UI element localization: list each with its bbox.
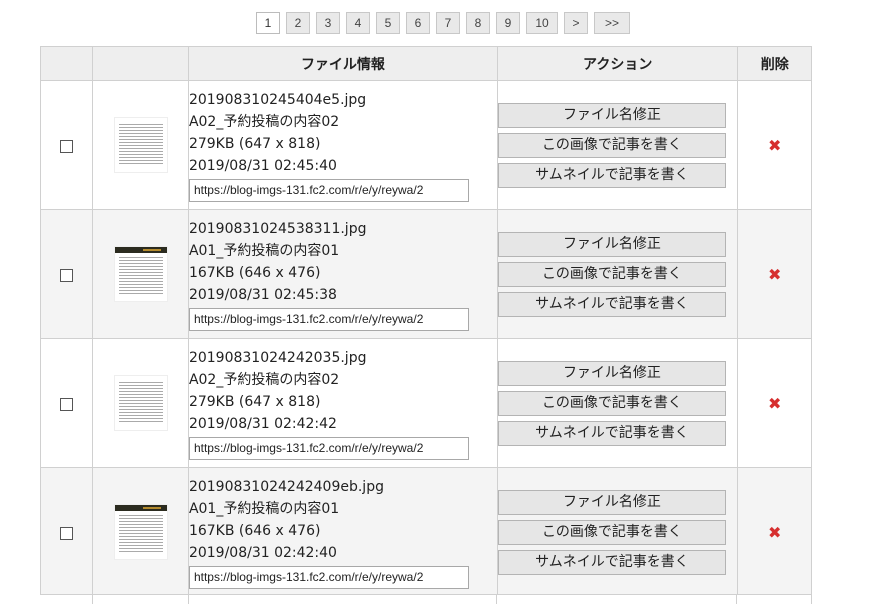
file-name: 20190831024242035.jpg bbox=[188, 349, 367, 366]
page-link-3[interactable]: 3 bbox=[316, 12, 340, 34]
image-url-field[interactable]: https://blog-imgs-131.fc2.com/r/e/y/reyw… bbox=[188, 436, 469, 460]
write-with-image-button[interactable]: この画像で記事を書く bbox=[497, 519, 726, 545]
file-size: 167KB (646 x 476) bbox=[188, 264, 321, 281]
write-with-thumbnail-button[interactable]: サムネイルで記事を書く bbox=[497, 162, 726, 188]
file-info: 20190831024538311.jpg A01_予約投稿の内容01 167K… bbox=[187, 209, 498, 339]
table-row: 201908310245404e5.jpg A02_予約投稿の内容02 279K… bbox=[39, 80, 812, 210]
file-title: A02_予約投稿の内容02 bbox=[188, 371, 340, 388]
row-select-checkbox[interactable] bbox=[60, 526, 74, 540]
file-info: 20190831024242035.jpg A02_予約投稿の内容02 279K… bbox=[187, 338, 498, 468]
delete-x-icon[interactable]: ✖ bbox=[768, 266, 781, 283]
file-info: 20190831024242409eb.jpg A01_予約投稿の内容01 16… bbox=[187, 467, 498, 597]
file-datetime: 2019/08/31 02:45:40 bbox=[188, 157, 337, 174]
file-size: 167KB (646 x 476) bbox=[188, 522, 321, 539]
write-with-image-button[interactable]: この画像で記事を書く bbox=[497, 261, 726, 287]
file-name: 20190831024242409eb.jpg bbox=[188, 478, 384, 495]
page-link-9[interactable]: 9 bbox=[496, 12, 520, 34]
file-name: 20190831024538311.jpg bbox=[188, 220, 367, 237]
row-select-checkbox[interactable] bbox=[60, 268, 74, 282]
row-select-checkbox[interactable] bbox=[60, 397, 74, 411]
rename-file-button[interactable]: ファイル名修正 bbox=[497, 360, 726, 386]
delete-x-icon[interactable]: ✖ bbox=[768, 137, 781, 154]
image-thumbnail[interactable] bbox=[113, 117, 168, 173]
file-info: 201908310245404e5.jpg A02_予約投稿の内容02 279K… bbox=[187, 80, 498, 210]
page-next-button[interactable]: > bbox=[564, 12, 588, 34]
rename-file-button[interactable]: ファイル名修正 bbox=[497, 489, 726, 515]
rename-file-button[interactable]: ファイル名修正 bbox=[497, 102, 726, 128]
image-thumbnail[interactable] bbox=[113, 375, 168, 431]
page-link-8[interactable]: 8 bbox=[466, 12, 490, 34]
header-action: アクション bbox=[496, 46, 739, 81]
header-thumbnail bbox=[92, 46, 189, 81]
write-with-thumbnail-button[interactable]: サムネイルで記事を書く bbox=[497, 291, 726, 317]
page-link-4[interactable]: 4 bbox=[346, 12, 370, 34]
table-header-row: ファイル情報 アクション 削除 bbox=[39, 46, 812, 81]
file-title: A01_予約投稿の内容01 bbox=[188, 500, 340, 517]
file-datetime: 2019/08/31 02:42:40 bbox=[188, 544, 337, 561]
delete-x-icon[interactable]: ✖ bbox=[768, 524, 781, 541]
write-with-thumbnail-button[interactable]: サムネイルで記事を書く bbox=[497, 420, 726, 446]
image-url-field[interactable]: https://blog-imgs-131.fc2.com/r/e/y/reyw… bbox=[188, 307, 469, 331]
page-link-5[interactable]: 5 bbox=[376, 12, 400, 34]
file-datetime: 2019/08/31 02:42:42 bbox=[188, 415, 337, 432]
table-row: 20190831024242409eb.jpg A01_予約投稿の内容01 16… bbox=[39, 467, 812, 597]
table-row: 20190831024538311.jpg A01_予約投稿の内容01 167K… bbox=[39, 209, 812, 339]
rename-file-button[interactable]: ファイル名修正 bbox=[497, 231, 726, 257]
page-last-button[interactable]: >> bbox=[594, 12, 630, 34]
delete-x-icon[interactable]: ✖ bbox=[768, 395, 781, 412]
page-link-10[interactable]: 10 bbox=[526, 12, 558, 34]
pagination: 1 2 3 4 5 6 7 8 9 10 > >> bbox=[0, 12, 880, 34]
page-link-2[interactable]: 2 bbox=[286, 12, 310, 34]
header-select bbox=[39, 46, 94, 81]
file-name: 201908310245404e5.jpg bbox=[188, 91, 367, 108]
header-delete: 削除 bbox=[737, 46, 812, 81]
image-url-field[interactable]: https://blog-imgs-131.fc2.com/r/e/y/reyw… bbox=[188, 178, 469, 202]
header-file-info: ファイル情報 bbox=[187, 46, 498, 81]
table-row: 20190831024242035.jpg A02_予約投稿の内容02 279K… bbox=[39, 338, 812, 468]
file-size: 279KB (647 x 818) bbox=[188, 393, 321, 410]
page-link-1[interactable]: 1 bbox=[256, 12, 280, 34]
file-title: A02_予約投稿の内容02 bbox=[188, 113, 340, 130]
file-datetime: 2019/08/31 02:45:38 bbox=[188, 286, 337, 303]
write-with-thumbnail-button[interactable]: サムネイルで記事を書く bbox=[497, 549, 726, 575]
file-size: 279KB (647 x 818) bbox=[188, 135, 321, 152]
image-thumbnail[interactable] bbox=[113, 246, 168, 302]
row-select-checkbox[interactable] bbox=[60, 139, 74, 153]
file-table: ファイル情報 アクション 削除 201908310245404e5.jpg A0… bbox=[39, 46, 812, 597]
write-with-image-button[interactable]: この画像で記事を書く bbox=[497, 132, 726, 158]
image-thumbnail[interactable] bbox=[113, 504, 168, 560]
page-link-6[interactable]: 6 bbox=[406, 12, 430, 34]
file-title: A01_予約投稿の内容01 bbox=[188, 242, 340, 259]
page-link-7[interactable]: 7 bbox=[436, 12, 460, 34]
write-with-image-button[interactable]: この画像で記事を書く bbox=[497, 390, 726, 416]
image-url-field[interactable]: https://blog-imgs-131.fc2.com/r/e/y/reyw… bbox=[188, 565, 469, 589]
